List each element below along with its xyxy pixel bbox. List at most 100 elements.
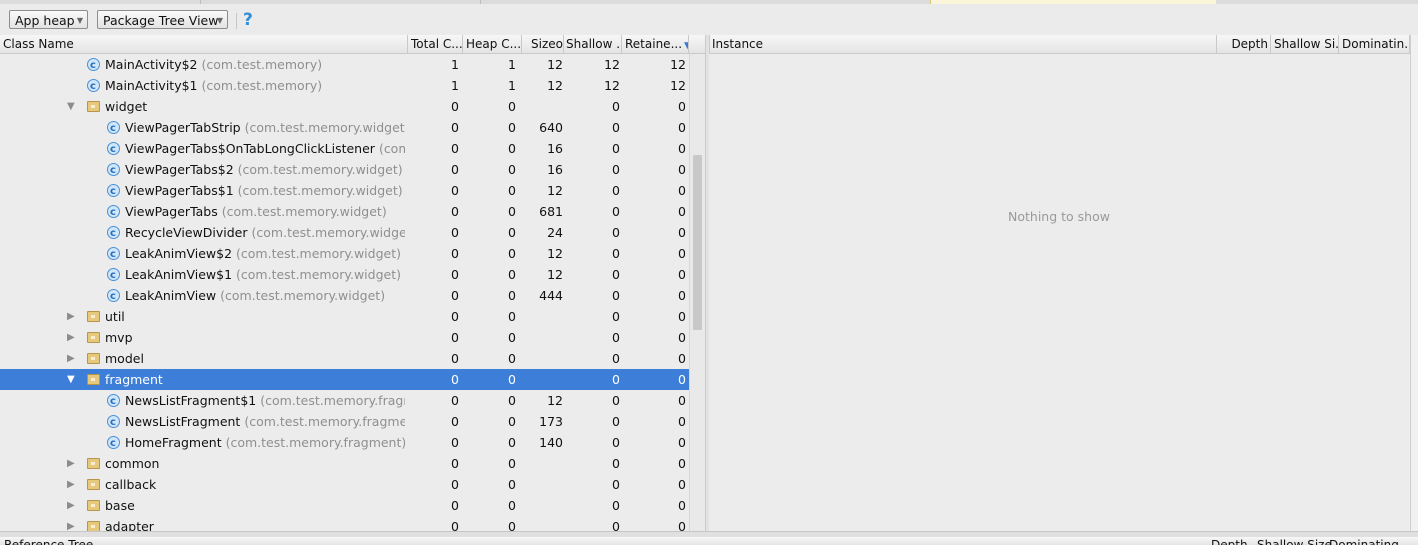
col-sizeof[interactable]: Sizeof [522,35,564,53]
col-depth[interactable]: Depth [1217,35,1271,53]
total-count-cell: 0 [451,309,459,324]
class-name-label: fragment [105,372,163,387]
package-row[interactable]: ▶ common 0 0 0 0 [0,453,689,474]
sizeof-cell: 12 [547,78,563,93]
col-retained-size[interactable]: Retaine...▼ [622,35,689,53]
class-c-icon [107,139,120,160]
retained-size-cell: 0 [678,162,686,177]
row-name-cell: RecycleViewDivider (com.test.memory.widg… [125,222,405,243]
col-shallow-size-instance[interactable]: Shallow Si... [1271,35,1339,53]
class-c-icon [107,118,120,139]
class-row[interactable]: LeakAnimView$1 (com.test.memory.widget) 0… [0,264,689,286]
class-row[interactable]: ViewPagerTabs$1 (com.test.memory.widget)… [0,180,689,202]
retained-size-cell: 0 [678,519,686,531]
total-count-cell: 0 [451,330,459,345]
ref-col-shallow-size[interactable]: Shallow Size [1257,537,1332,545]
package-row[interactable]: ▶ model 0 0 0 0 [0,348,689,369]
view-select[interactable]: Package Tree View ▼ [97,10,228,29]
package-row[interactable]: ▼ widget 0 0 0 0 [0,96,689,117]
shallow-size-cell: 0 [612,225,620,240]
heap-count-cell: 0 [508,330,516,345]
shallow-size-cell: 0 [612,477,620,492]
class-row[interactable]: ViewPagerTabs$2 (com.test.memory.widget)… [0,159,689,181]
class-row[interactable]: MainActivity$2 (com.test.memory) 1 1 12 12 12 [0,54,689,76]
class-row[interactable]: MainActivity$1 (com.test.memory) 1 1 12 12 12 [0,75,689,97]
package-folder-icon [87,101,100,112]
class-row[interactable]: HomeFragment (com.test.memory.fragment) 0… [0,432,689,454]
class-c-icon [107,160,120,181]
dropdown-arrow-icon: ▼ [76,16,83,25]
class-row[interactable]: NewsListFragment (com.test.memory.fragme… [0,411,689,433]
collapse-triangle-icon[interactable]: ▼ [67,369,75,390]
shallow-size-cell: 0 [612,435,620,450]
package-path-label: (com.test.memory.widget) [251,225,405,240]
total-count-cell: 0 [451,351,459,366]
class-row[interactable]: NewsListFragment$1 (com.test.memory.frag… [0,390,689,412]
package-path-label: (com.test.memory.widget) [236,246,401,261]
heap-count-cell: 0 [508,288,516,303]
total-count-cell: 0 [451,204,459,219]
ref-col-dominating[interactable]: Dominating [1329,537,1399,545]
package-row[interactable]: ▶ base 0 0 0 0 [0,495,689,516]
expand-triangle-icon[interactable]: ▶ [67,453,75,474]
row-name-cell: widget [105,96,405,117]
class-name-label: HomeFragment [125,435,222,450]
expand-triangle-icon[interactable]: ▶ [67,327,75,348]
total-count-cell: 0 [451,225,459,240]
heap-count-cell: 0 [508,477,516,492]
ref-col-depth[interactable]: Depth [1211,537,1248,545]
package-row[interactable]: ▶ adapter 0 0 0 0 [0,516,689,531]
package-row[interactable]: ▼ fragment 0 0 0 0 [0,369,689,390]
col-class-name[interactable]: Class Name [0,35,408,53]
retained-size-cell: 0 [678,246,686,261]
heap-count-cell: 0 [508,519,516,531]
class-row[interactable]: LeakAnimView$2 (com.test.memory.widget) 0… [0,243,689,265]
class-table-scrollbar[interactable] [689,54,706,531]
shallow-size-cell: 0 [612,141,620,156]
package-row[interactable]: ▶ mvp 0 0 0 0 [0,327,689,348]
expand-triangle-icon[interactable]: ▶ [67,495,75,516]
shallow-size-cell: 12 [604,78,620,93]
retained-size-cell: 0 [678,204,686,219]
col-instance[interactable]: Instance [709,35,1217,53]
class-name-label: LeakAnimView$1 [125,267,233,282]
col-dominating[interactable]: Dominatin... [1339,35,1410,53]
retained-size-cell: 0 [678,288,686,303]
class-row[interactable]: ViewPagerTabs (com.test.memory.widget) 0 0… [0,201,689,223]
retained-size-cell: 0 [678,456,686,471]
expand-triangle-icon[interactable]: ▶ [67,516,75,531]
class-row[interactable]: ViewPagerTabStrip (com.test.memory.widge… [0,117,689,139]
package-row[interactable]: ▶ util 0 0 0 0 [0,306,689,327]
total-count-cell: 0 [451,456,459,471]
package-path-label: (com.test.memory) [201,78,323,93]
sizeof-cell: 681 [539,204,563,219]
col-shallow-size[interactable]: Shallow ... [564,35,622,53]
sizeof-cell: 140 [539,435,563,450]
expand-triangle-icon[interactable]: ▶ [67,306,75,327]
class-name-label: util [105,309,125,324]
col-heap-count[interactable]: Heap C... [463,35,522,53]
class-c-icon [107,391,120,412]
package-path-label: (com.test.memory.fragmen [260,393,405,408]
package-row[interactable]: ▶ callback 0 0 0 0 [0,474,689,495]
total-count-cell: 0 [451,141,459,156]
heap-count-cell: 0 [508,414,516,429]
help-icon[interactable]: ? [243,11,253,29]
shallow-size-cell: 0 [612,498,620,513]
package-path-label: (com.test.memory) [201,57,323,72]
col-total-count[interactable]: Total C... [408,35,463,53]
scrollbar-thumb[interactable] [693,155,702,330]
expand-triangle-icon[interactable]: ▶ [67,348,75,369]
expand-triangle-icon[interactable]: ▶ [67,474,75,495]
collapse-triangle-icon[interactable]: ▼ [67,96,75,117]
dropdown-arrow-icon: ▼ [216,16,223,25]
package-path-label: (com.test.memory.fragment) [225,435,405,450]
heap-select[interactable]: App heap ▼ [9,10,88,29]
sizeof-cell: 173 [539,414,563,429]
shallow-size-cell: 0 [612,309,620,324]
class-row[interactable]: RecycleViewDivider (com.test.memory.widg… [0,222,689,244]
class-row[interactable]: ViewPagerTabs$OnTabLongClickListener (co… [0,138,689,160]
heap-count-cell: 0 [508,99,516,114]
class-row[interactable]: LeakAnimView (com.test.memory.widget) 0 0 4… [0,285,689,307]
col-retained-label: Retaine... [625,37,683,51]
